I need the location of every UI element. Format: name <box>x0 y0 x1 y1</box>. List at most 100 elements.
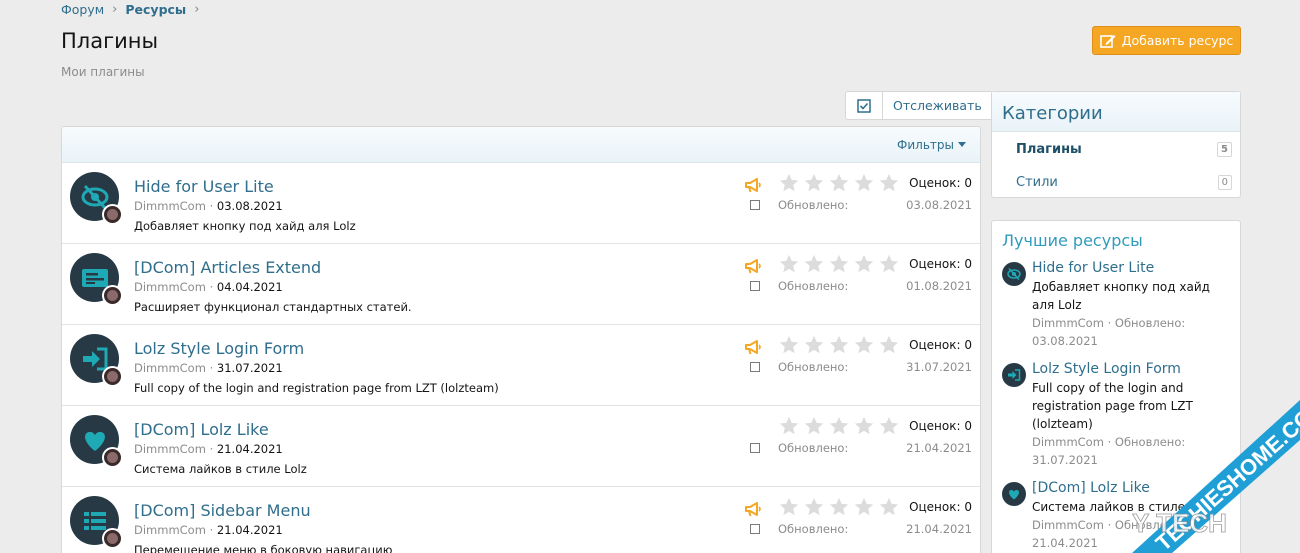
author-avatar[interactable] <box>102 528 123 549</box>
rating-star-icon[interactable] <box>878 253 900 278</box>
rating-star-icon[interactable] <box>828 496 850 521</box>
rating-star-icon[interactable] <box>853 172 875 197</box>
select-checkbox[interactable] <box>750 443 760 453</box>
rating-star-icon[interactable] <box>803 415 825 440</box>
updated-date: 01.08.2021 <box>906 279 972 293</box>
rating-star-icon[interactable] <box>778 496 800 521</box>
megaphone-icon <box>744 258 762 277</box>
select-checkbox[interactable] <box>750 362 760 372</box>
filters-label: Фильтры <box>897 137 954 152</box>
rating-star-icon[interactable] <box>853 415 875 440</box>
caret-down-icon <box>958 142 966 147</box>
rating-star-icon[interactable] <box>803 172 825 197</box>
best-resource-title[interactable]: [DCom] Lolz Like <box>1032 479 1240 498</box>
heart-icon[interactable] <box>1002 482 1026 506</box>
resource-date: 31.07.2021 <box>216 361 283 375</box>
breadcrumb-resources[interactable]: Ресурсы <box>125 2 186 17</box>
resource-date: 21.04.2021 <box>216 442 283 456</box>
resource-description: Система лайков в стиле Lolz <box>134 462 307 476</box>
category-label: Плагины <box>1016 142 1082 157</box>
resource-row: Hide for User Lite DimmmCom · 03.08.2021 Д… <box>62 163 980 244</box>
list-header: Фильтры <box>62 127 980 163</box>
rating-prefix: Оценок: <box>909 257 965 271</box>
rating-star-icon[interactable] <box>778 334 800 359</box>
rating-star-icon[interactable] <box>778 415 800 440</box>
author-avatar[interactable] <box>102 366 123 387</box>
select-checkbox[interactable] <box>750 524 760 534</box>
category-item[interactable]: Плагины 5 <box>992 132 1240 165</box>
filters-button[interactable]: Фильтры <box>897 138 966 152</box>
page-description: Мои плагины <box>61 65 145 79</box>
resource-row: Lolz Style Login Form DimmmCom · 31.07.20… <box>62 325 980 406</box>
resource-meta: DimmmCom · 31.07.2021 <box>134 361 283 375</box>
rating-star-icon[interactable] <box>803 334 825 359</box>
megaphone-icon <box>744 339 762 358</box>
rating-star-icon[interactable] <box>828 172 850 197</box>
best-resource-meta: DimmmCom · Обновлено: <box>1032 316 1186 330</box>
rating-star-icon[interactable] <box>853 334 875 359</box>
resource-description: Добавляет кнопку под хайд аля Lolz <box>134 219 356 233</box>
rating-star-icon[interactable] <box>878 415 900 440</box>
add-resource-button[interactable]: Добавить ресурс <box>1092 26 1241 55</box>
add-resource-label: Добавить ресурс <box>1121 33 1234 48</box>
updated-date: 31.07.2021 <box>906 360 972 374</box>
rating-prefix: Оценок: <box>909 500 965 514</box>
resource-author[interactable]: DimmmCom <box>134 442 206 456</box>
resource-author[interactable]: DimmmCom <box>134 280 206 294</box>
best-resource-date: 03.08.2021 <box>1032 334 1098 348</box>
select-checkbox-button[interactable] <box>846 92 883 119</box>
rating-value: 0 <box>964 419 972 433</box>
resource-date: 04.04.2021 <box>216 280 283 294</box>
select-checkbox[interactable] <box>750 200 760 210</box>
rating-star-icon[interactable] <box>828 415 850 440</box>
rating-value: 0 <box>964 338 972 352</box>
rating-star-icon[interactable] <box>878 334 900 359</box>
rating-star-icon[interactable] <box>828 253 850 278</box>
best-resource-item: Hide for User Lite Добавляет кнопку под х… <box>992 259 1240 350</box>
resource-row: [DCom] Articles Extend DimmmCom · 04.04.2… <box>62 244 980 325</box>
best-resource-date: 21.04.2021 <box>1032 536 1098 550</box>
best-resource-meta: DimmmCom · Обновлено: <box>1032 518 1186 532</box>
category-item[interactable]: Стили 0 <box>992 165 1240 198</box>
rating-star-icon[interactable] <box>803 496 825 521</box>
updated-label: Обновлено: <box>778 522 849 536</box>
rating-star-icon[interactable] <box>878 496 900 521</box>
resource-description: Расширяет функционал стандартных статей. <box>134 300 412 314</box>
rating-value: 0 <box>964 257 972 271</box>
breadcrumb-forum[interactable]: Форум <box>61 2 104 17</box>
rating-star-icon[interactable] <box>853 253 875 278</box>
resource-author[interactable]: DimmmCom <box>134 361 206 375</box>
rating-count: Оценок: 0 <box>909 419 972 433</box>
rating-star-icon[interactable] <box>828 334 850 359</box>
best-resource-title[interactable]: Lolz Style Login Form <box>1032 360 1240 379</box>
rating-star-icon[interactable] <box>778 172 800 197</box>
updated-date: 21.04.2021 <box>906 441 972 455</box>
resource-row: [DCom] Lolz Like DimmmCom · 21.04.2021 Сис… <box>62 406 980 487</box>
author-avatar[interactable] <box>102 204 123 225</box>
updated-label: Обновлено: <box>778 441 849 455</box>
resource-title[interactable]: [DCom] Lolz Like <box>134 420 269 439</box>
select-checkbox[interactable] <box>750 281 760 291</box>
resource-title[interactable]: Lolz Style Login Form <box>134 339 304 358</box>
watch-button[interactable]: Отслеживать <box>883 92 992 119</box>
rating-star-icon[interactable] <box>853 496 875 521</box>
resource-title[interactable]: [DCom] Articles Extend <box>134 258 321 277</box>
resource-author[interactable]: DimmmCom <box>134 523 206 537</box>
chevron-right-icon: › <box>112 2 118 17</box>
rating-star-icon[interactable] <box>878 172 900 197</box>
author-avatar[interactable] <box>102 447 123 468</box>
resource-title[interactable]: Hide for User Lite <box>134 177 274 196</box>
page-title: Плагины <box>61 29 159 53</box>
rating-star-icon[interactable] <box>803 253 825 278</box>
eye-slash-icon[interactable] <box>1002 262 1026 286</box>
rating-star-icon[interactable] <box>778 253 800 278</box>
author-avatar[interactable] <box>102 285 123 306</box>
best-resources-title: Лучшие ресурсы <box>1002 231 1143 250</box>
updated-label: Обновлено: <box>778 279 849 293</box>
resource-title[interactable]: [DCom] Sidebar Menu <box>134 501 311 520</box>
resource-meta: DimmmCom · 03.08.2021 <box>134 199 283 213</box>
login-arrow-icon[interactable] <box>1002 363 1026 387</box>
best-resource-meta: DimmmCom · Обновлено: <box>1032 435 1186 449</box>
best-resource-title[interactable]: Hide for User Lite <box>1032 259 1240 278</box>
resource-author[interactable]: DimmmCom <box>134 199 206 213</box>
